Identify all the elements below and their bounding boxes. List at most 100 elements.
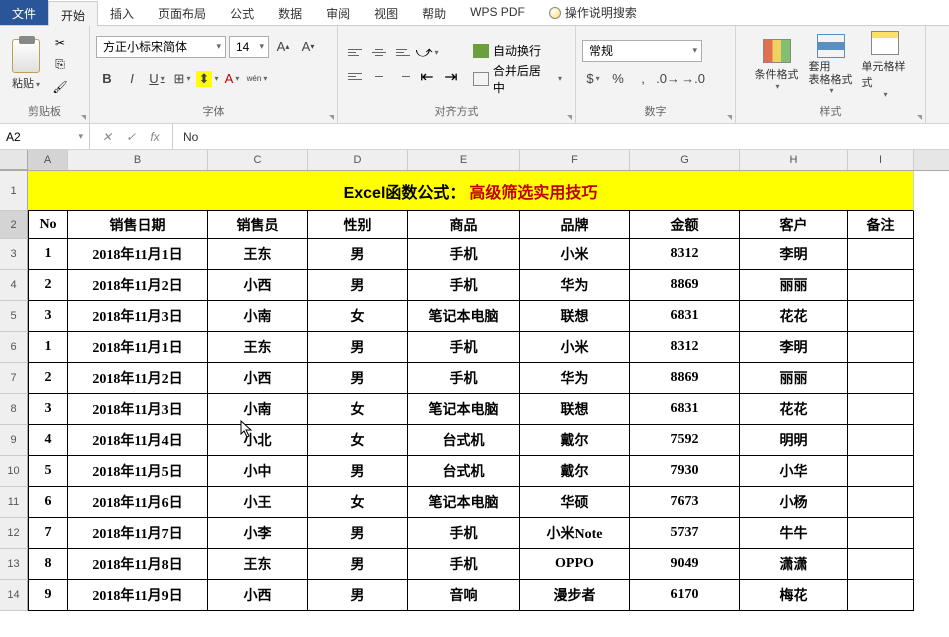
data-cell[interactable]: 牛牛	[740, 518, 848, 549]
data-cell[interactable]	[848, 425, 914, 456]
phonetic-button[interactable]: wén▾	[246, 68, 268, 90]
data-cell[interactable]: 男	[308, 580, 408, 611]
data-cell[interactable]	[848, 301, 914, 332]
menu-help[interactable]: 帮助	[410, 0, 458, 25]
row-header-7[interactable]: 7	[0, 363, 28, 394]
row-header-10[interactable]: 10	[0, 456, 28, 487]
data-cell[interactable]: 2018年11月2日	[68, 270, 208, 301]
data-cell[interactable]: 2018年11月7日	[68, 518, 208, 549]
data-cell[interactable]: 8312	[630, 332, 740, 363]
data-cell[interactable]	[848, 332, 914, 363]
formula-bar[interactable]: No	[172, 124, 949, 149]
select-all-corner[interactable]	[0, 150, 28, 170]
data-cell[interactable]: 男	[308, 332, 408, 363]
row-header-12[interactable]: 12	[0, 518, 28, 549]
conditional-format-button[interactable]: 条件格式▾	[752, 37, 802, 93]
data-cell[interactable]: 潇潇	[740, 549, 848, 580]
data-cell[interactable]: 女	[308, 394, 408, 425]
menu-insert[interactable]: 插入	[98, 0, 146, 25]
data-cell[interactable]: 王东	[208, 332, 308, 363]
data-cell[interactable]: 7592	[630, 425, 740, 456]
fill-color-button[interactable]: ⬍▾	[196, 68, 218, 90]
decrease-font-icon[interactable]: A▾	[297, 36, 319, 58]
data-cell[interactable]	[848, 518, 914, 549]
data-cell[interactable]: 2018年11月5日	[68, 456, 208, 487]
data-cell[interactable]: 手机	[408, 332, 520, 363]
data-cell[interactable]: 联想	[520, 301, 630, 332]
data-cell[interactable]: 2018年11月8日	[68, 549, 208, 580]
border-button[interactable]: ⊞▾	[171, 68, 193, 90]
data-cell[interactable]: 手机	[408, 518, 520, 549]
data-cell[interactable]: 9	[28, 580, 68, 611]
data-cell[interactable]	[848, 487, 914, 518]
name-box[interactable]: A2	[0, 124, 90, 149]
font-size-combo[interactable]: 14	[229, 36, 269, 58]
header-cell[interactable]: 备注	[848, 211, 914, 239]
menu-tellme[interactable]: 操作说明搜索	[537, 0, 649, 25]
menu-formula[interactable]: 公式	[218, 0, 266, 25]
data-cell[interactable]: 笔记本电脑	[408, 301, 520, 332]
data-cell[interactable]: 小华	[740, 456, 848, 487]
data-cell[interactable]: 1	[28, 239, 68, 270]
cells-area[interactable]: Excel函数公式：高级筛选实用技巧No销售日期销售员性别商品品牌金额客户备注1…	[28, 171, 914, 611]
data-cell[interactable]: 1	[28, 332, 68, 363]
italic-button[interactable]: I	[121, 68, 143, 90]
currency-button[interactable]: $▾	[582, 68, 604, 90]
menu-start[interactable]: 开始	[48, 1, 98, 26]
data-cell[interactable]: 小中	[208, 456, 308, 487]
data-cell[interactable]: 小南	[208, 394, 308, 425]
data-cell[interactable]: 2018年11月4日	[68, 425, 208, 456]
menu-file[interactable]: 文件	[0, 0, 48, 25]
number-format-combo[interactable]: 常规	[582, 40, 702, 62]
col-header-H[interactable]: H	[740, 150, 848, 170]
cell-style-button[interactable]: 单元格样式▾	[860, 29, 910, 101]
data-cell[interactable]: 李明	[740, 239, 848, 270]
menu-review[interactable]: 审阅	[314, 0, 362, 25]
menu-view[interactable]: 视图	[362, 0, 410, 25]
font-color-button[interactable]: A▾	[221, 68, 243, 90]
data-cell[interactable]: 2	[28, 270, 68, 301]
data-cell[interactable]	[848, 580, 914, 611]
data-cell[interactable]: 手机	[408, 270, 520, 301]
underline-button[interactable]: U▾	[146, 68, 168, 90]
data-cell[interactable]: 丽丽	[740, 363, 848, 394]
menu-data[interactable]: 数据	[266, 0, 314, 25]
data-cell[interactable]: 7	[28, 518, 68, 549]
data-cell[interactable]: 2018年11月6日	[68, 487, 208, 518]
data-cell[interactable]: 2018年11月1日	[68, 239, 208, 270]
data-cell[interactable]: 3	[28, 301, 68, 332]
data-cell[interactable]: 手机	[408, 549, 520, 580]
increase-decimal-icon[interactable]: .0→	[657, 68, 679, 90]
header-cell[interactable]: 商品	[408, 211, 520, 239]
confirm-formula-icon[interactable]: ✓	[120, 127, 142, 147]
data-cell[interactable]: 小王	[208, 487, 308, 518]
header-cell[interactable]: 品牌	[520, 211, 630, 239]
data-cell[interactable]: 漫步者	[520, 580, 630, 611]
data-cell[interactable]: 2018年11月1日	[68, 332, 208, 363]
col-header-F[interactable]: F	[520, 150, 630, 170]
col-header-G[interactable]: G	[630, 150, 740, 170]
col-header-I[interactable]: I	[848, 150, 914, 170]
data-cell[interactable]: 男	[308, 239, 408, 270]
data-cell[interactable]	[848, 394, 914, 425]
data-cell[interactable]: 王东	[208, 549, 308, 580]
font-name-combo[interactable]: 方正小标宋简体	[96, 36, 226, 58]
header-cell[interactable]: 客户	[740, 211, 848, 239]
data-cell[interactable]: 男	[308, 456, 408, 487]
header-cell[interactable]: 金额	[630, 211, 740, 239]
paste-button[interactable]: 粘贴▾	[6, 39, 46, 91]
data-cell[interactable]: 小米	[520, 332, 630, 363]
data-cell[interactable]: 花花	[740, 394, 848, 425]
data-cell[interactable]: 女	[308, 425, 408, 456]
data-cell[interactable]: 小南	[208, 301, 308, 332]
data-cell[interactable]: 李明	[740, 332, 848, 363]
align-bottom-icon[interactable]	[392, 42, 414, 64]
data-cell[interactable]: 2	[28, 363, 68, 394]
merge-center-button[interactable]: 合并后居中▾	[466, 67, 569, 91]
data-cell[interactable]: 笔记本电脑	[408, 394, 520, 425]
data-cell[interactable]: 6170	[630, 580, 740, 611]
header-cell[interactable]: 销售日期	[68, 211, 208, 239]
data-cell[interactable]: 7930	[630, 456, 740, 487]
data-cell[interactable]: 男	[308, 549, 408, 580]
data-cell[interactable]: 8869	[630, 270, 740, 301]
